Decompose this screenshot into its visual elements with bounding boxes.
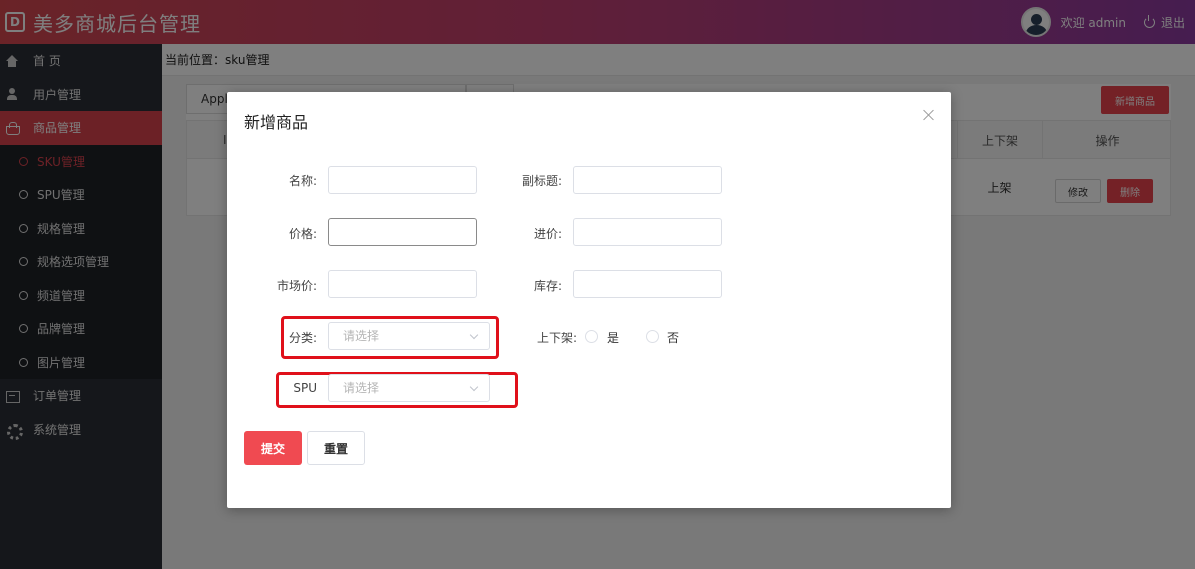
category-select[interactable]: 请选择 [328,322,490,350]
stock-label: 库存: [533,279,562,293]
name-field[interactable] [328,166,477,194]
dialog-title: 新增商品 [244,113,309,132]
submit-button[interactable]: 提交 [244,431,302,465]
spu-placeholder: 请选择 [343,381,380,395]
category-placeholder: 请选择 [343,329,380,343]
onsale-yes-radio[interactable] [585,330,598,343]
chevron-down-icon [469,330,479,340]
category-label: 分类: [288,331,317,345]
onsale-no-radio[interactable] [646,330,659,343]
spu-select[interactable]: 请选择 [328,374,490,402]
spu-label: SPU [293,381,317,395]
onsale-label: 上下架: [537,331,578,345]
reset-button[interactable]: 重置 [307,431,365,465]
market-price-field[interactable] [328,270,477,298]
price-label: 价格: [288,227,317,241]
chevron-down-icon [469,382,479,392]
add-goods-dialog: 新增商品 名称: 副标题: 价格: 进价: 市场价: 库存: 分类: 请选择 上… [227,92,951,508]
price-field[interactable] [328,218,477,246]
close-icon[interactable] [923,109,935,121]
subtitle-label: 副标题: [521,174,562,188]
name-label: 名称: [288,174,317,188]
cost-field[interactable] [573,218,722,246]
subtitle-field[interactable] [573,166,722,194]
stock-field[interactable] [573,270,722,298]
onsale-yes-label[interactable]: 是 [607,329,619,346]
cost-label: 进价: [533,227,562,241]
market-price-label: 市场价: [276,279,317,293]
onsale-no-label[interactable]: 否 [667,329,679,346]
